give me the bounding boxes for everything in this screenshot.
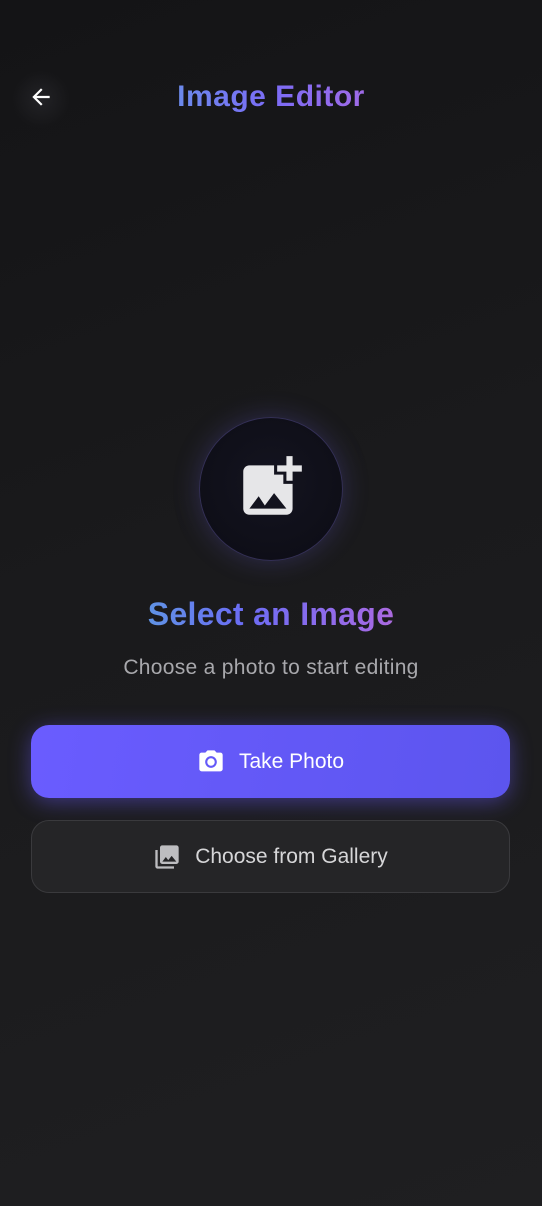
select-image-heading: Select an Image: [0, 596, 542, 633]
take-photo-label: Take Photo: [238, 749, 345, 773]
choose-from-gallery-label: Choose from Gallery: [195, 844, 388, 868]
take-photo-button[interactable]: Take Photo: [31, 725, 510, 798]
image-editor-screen: Image Editor Select an Image Choose a ph…: [0, 0, 542, 1206]
add-photo-icon: [234, 450, 308, 529]
choose-from-gallery-button[interactable]: Choose from Gallery: [31, 820, 510, 893]
camera-icon: [197, 748, 225, 776]
header: Image Editor: [0, 70, 542, 130]
page-title: Image Editor: [0, 80, 542, 114]
add-image-placeholder[interactable]: [199, 417, 343, 561]
photo-library-icon: [153, 843, 181, 871]
select-image-subtitle: Choose a photo to start editing: [123, 656, 419, 679]
